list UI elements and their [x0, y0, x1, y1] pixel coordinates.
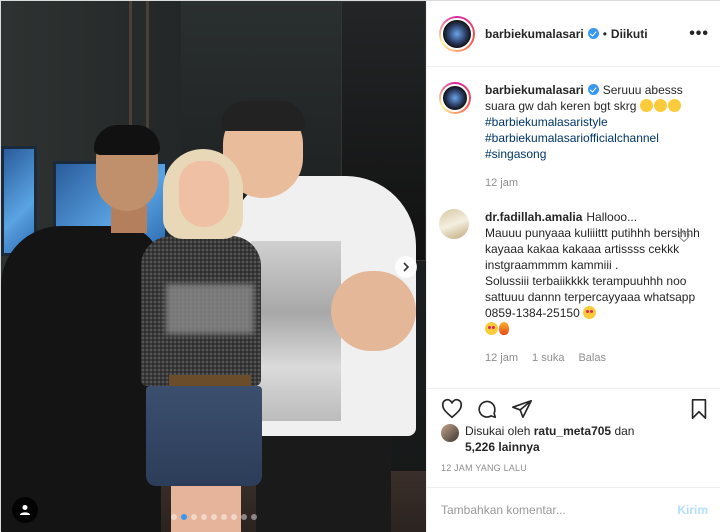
carousel-dot [180, 514, 187, 520]
photo-person-center-face [179, 161, 229, 227]
heart-eyes-emoji-icon [583, 306, 597, 319]
post-comment-button[interactable]: Kirim [677, 503, 708, 517]
caption-username[interactable]: barbiekumalasari [485, 83, 584, 97]
hashtag-link[interactable]: #singasong [485, 146, 700, 162]
comment-meta: 12 jam 1 suka Balas [485, 350, 700, 366]
reply-button[interactable]: Balas [578, 350, 606, 366]
photo-person-right-arm [331, 271, 416, 351]
caption-time[interactable]: 12 jam [485, 175, 518, 191]
rofl-emoji-icon [653, 99, 667, 112]
author-username[interactable]: barbiekumalasari [485, 27, 584, 41]
next-photo-button[interactable] [395, 256, 417, 278]
comment-icon[interactable] [476, 398, 498, 420]
photo-wood-trim [146, 1, 149, 141]
instagram-post-window: barbiekumalasari • Diikuti ••• barbiekum… [0, 0, 720, 532]
photo-denim-skirt [146, 386, 262, 486]
photo-person-left [1, 226, 161, 532]
photo-person-right-hair [221, 101, 305, 131]
heart-eyes-emoji-icon [485, 322, 498, 335]
liker-username[interactable]: ratu_meta705 [534, 424, 611, 438]
rofl-emoji-icon [639, 99, 653, 112]
caption-meta: 12 jam [485, 175, 700, 191]
carousel-dot [210, 514, 217, 520]
caption-row: barbiekumalasari Seruuu abesss suara gw d… [439, 82, 710, 191]
commenter-avatar[interactable] [439, 209, 469, 239]
author-avatar[interactable] [439, 15, 475, 52]
caption-avatar[interactable] [439, 82, 471, 114]
carousel-indicator [1, 514, 426, 520]
caption-body: barbiekumalasari Seruuu abesss suara gw d… [485, 82, 700, 191]
photo-person-left-hair [94, 125, 160, 155]
comment-time[interactable]: 12 jam [485, 350, 518, 366]
share-icon[interactable] [511, 398, 533, 420]
header-separator: • [602, 26, 607, 41]
comment-composer: Kirim [427, 487, 720, 532]
hashtag-link[interactable]: #barbiekumalasariofficialchannel [485, 130, 700, 146]
verified-badge-icon [587, 28, 599, 39]
comment-line: Mauuu punyaaa kuliiittt putihhh bersihhh… [485, 226, 700, 272]
rofl-emoji-icon [667, 99, 681, 112]
chevron-right-icon [403, 262, 410, 272]
comment-row: dr.fadillah.amalia Hallooo... Mauuu punya… [439, 209, 710, 366]
carousel-dot [240, 514, 247, 520]
caption-emoji [639, 99, 682, 113]
post-timestamp[interactable]: 12 JAM YANG LALU [441, 463, 527, 473]
likes-prefix: Disukai oleh [465, 424, 531, 438]
bookmark-icon[interactable] [688, 398, 710, 420]
photo-censor-blur [166, 284, 254, 334]
post-photo[interactable] [1, 1, 426, 532]
photo-legs [171, 486, 241, 532]
carousel-dot [170, 514, 177, 520]
comments-area[interactable]: barbiekumalasari Seruuu abesss suara gw d… [427, 68, 720, 388]
verified-badge-icon [587, 84, 599, 95]
comment-input[interactable] [441, 503, 678, 517]
more-options-icon[interactable]: ••• [689, 25, 709, 43]
carousel-dot [190, 514, 197, 520]
action-bar [427, 388, 720, 424]
carousel-dot [250, 514, 257, 520]
hashtag-link[interactable]: #barbiekumalasaristyle [485, 114, 700, 130]
comment-likes[interactable]: 1 suka [532, 350, 564, 366]
liker-avatar[interactable] [441, 424, 459, 442]
following-button[interactable]: Diikuti [611, 27, 648, 41]
photo-wood-trim [129, 1, 132, 141]
post-header: barbiekumalasari • Diikuti ••• [427, 1, 720, 67]
comment-body: dr.fadillah.amalia Hallooo... Mauuu punya… [485, 209, 700, 366]
photo-shirt-print [251, 241, 341, 421]
commenter-username[interactable]: dr.fadillah.amalia [485, 210, 582, 224]
comment-line: Solussiii terbaiikkkk terampuuhhh noo sa… [485, 274, 696, 320]
likes-summary: Disukai oleh ratu_meta705 dan 5,226 lain… [441, 423, 634, 455]
likes-count-link[interactable]: 5,226 lainnya [465, 440, 540, 454]
post-side-panel: barbiekumalasari • Diikuti ••• barbiekum… [426, 1, 720, 532]
carousel-dot [220, 514, 227, 520]
comment-emoji [485, 321, 700, 337]
comment-like-heart-icon[interactable] [678, 231, 690, 243]
carousel-dot [230, 514, 237, 520]
likes-joiner: dan [614, 424, 635, 438]
heart-icon[interactable] [441, 398, 463, 420]
fire-emoji-icon [499, 322, 509, 335]
comment-line: Hallooo... [586, 210, 638, 224]
carousel-dot [200, 514, 207, 520]
